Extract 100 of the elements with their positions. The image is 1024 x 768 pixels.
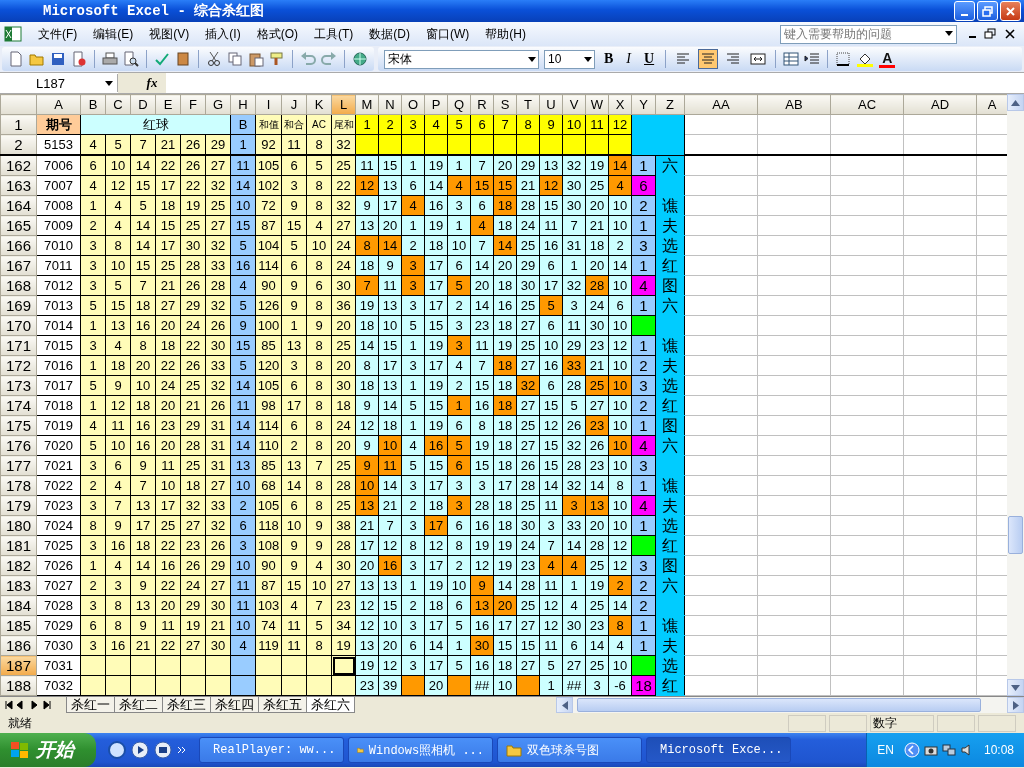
row-number[interactable]: 174 — [0, 395, 37, 416]
row-number[interactable]: 168 — [0, 275, 37, 296]
font-color-button[interactable]: A — [879, 50, 896, 68]
column-header[interactable]: T — [516, 94, 540, 115]
row-number[interactable]: 164 — [0, 195, 37, 216]
borders-icon[interactable] — [835, 51, 852, 67]
check-icon[interactable] — [154, 51, 170, 67]
font-dropdown[interactable]: 宋体 — [384, 49, 539, 69]
minimize-button[interactable] — [954, 1, 975, 21]
row-number[interactable]: 181 — [0, 535, 37, 556]
row-number[interactable]: 167 — [0, 255, 37, 276]
column-header[interactable]: L — [331, 94, 356, 115]
column-header[interactable]: I — [255, 94, 282, 115]
row-number[interactable]: 177 — [0, 455, 37, 476]
menu-item[interactable]: 数据(D) — [361, 23, 418, 45]
style-button[interactable]: I — [622, 51, 635, 67]
camera-icon[interactable] — [923, 743, 938, 757]
menu-item[interactable]: 编辑(E) — [85, 23, 142, 45]
row-number[interactable]: 170 — [0, 315, 37, 336]
row-number[interactable]: 180 — [0, 515, 37, 536]
column-header[interactable]: V — [562, 94, 586, 115]
row-number[interactable]: 166 — [0, 235, 37, 256]
row-number[interactable]: 176 — [0, 435, 37, 456]
print-preview-icon[interactable] — [123, 51, 139, 67]
taskbar-button[interactable]: RealPlayer: ww... — [199, 737, 344, 763]
close-icon[interactable] — [1004, 28, 1016, 40]
horizontal-scrollbar[interactable] — [556, 697, 1024, 713]
folder-icon[interactable] — [29, 51, 45, 67]
copy-icon[interactable] — [227, 51, 243, 67]
sheet-tab[interactable]: 杀红四 — [210, 697, 259, 713]
row-number[interactable]: 173 — [0, 375, 37, 396]
row-number[interactable]: 185 — [0, 615, 37, 636]
book-icon[interactable] — [175, 51, 191, 67]
column-header[interactable]: A — [976, 94, 1007, 115]
restore-icon[interactable] — [984, 28, 996, 40]
column-header[interactable]: AC — [830, 94, 904, 115]
table-icon[interactable] — [783, 51, 800, 67]
chevron-icon[interactable] — [177, 745, 187, 755]
restore-button[interactable] — [977, 1, 998, 21]
start-button[interactable]: 开始 — [0, 733, 96, 767]
row-number[interactable]: 188 — [0, 675, 37, 696]
menu-item[interactable]: 视图(V) — [141, 23, 198, 45]
row-number[interactable]: 182 — [0, 555, 37, 576]
row-number[interactable]: 163 — [0, 175, 37, 196]
column-header[interactable]: A — [36, 94, 81, 115]
column-header[interactable]: M — [355, 94, 379, 115]
up-arrow-icon[interactable] — [1011, 99, 1020, 106]
function-label[interactable]: fx — [118, 73, 166, 93]
column-header[interactable]: O — [401, 94, 425, 115]
column-header[interactable]: U — [539, 94, 563, 115]
close-button[interactable] — [1000, 1, 1021, 21]
taskbar-button[interactable]: Windows照相机 ... — [348, 737, 493, 763]
row-number[interactable]: 171 — [0, 335, 37, 356]
brush-icon[interactable] — [269, 51, 285, 67]
row-number[interactable]: 162 — [0, 155, 37, 176]
sheet-tab[interactable]: 杀红二 — [114, 697, 163, 713]
column-header[interactable]: X — [608, 94, 632, 115]
row-number[interactable]: 187 — [0, 655, 37, 676]
new-file-icon[interactable] — [8, 51, 24, 67]
row-number[interactable]: 1 — [0, 114, 37, 135]
globe-icon[interactable] — [108, 741, 126, 759]
sheet-tab[interactable]: 杀红五 — [258, 697, 307, 713]
menu-item[interactable]: 工具(T) — [306, 23, 362, 45]
save-icon[interactable] — [50, 51, 66, 67]
scrollbar-thumb[interactable] — [577, 698, 981, 712]
menu-item[interactable]: 窗口(W) — [418, 23, 478, 45]
menu-item[interactable]: 插入(I) — [197, 23, 249, 45]
vertical-scrollbar[interactable] — [1007, 94, 1024, 696]
column-header[interactable]: H — [230, 94, 256, 115]
right-arrow-icon[interactable] — [1012, 700, 1019, 710]
taskbar-button[interactable]: 双色球杀号图 — [497, 737, 642, 763]
sheet-tab[interactable]: 杀红六 — [306, 697, 355, 713]
menu-item[interactable]: 文件(F) — [30, 23, 86, 45]
column-header[interactable]: Z — [655, 94, 685, 115]
column-header[interactable]: P — [424, 94, 448, 115]
column-header[interactable]: J — [281, 94, 307, 115]
align-center-button[interactable] — [698, 49, 719, 69]
column-header[interactable]: W — [585, 94, 609, 115]
column-header[interactable]: Y — [631, 94, 656, 115]
print-icon[interactable] — [102, 51, 118, 67]
column-header[interactable]: D — [130, 94, 156, 115]
column-header[interactable]: B — [80, 94, 106, 115]
row-number[interactable]: 175 — [0, 415, 37, 436]
row-number[interactable]: 2 — [0, 134, 37, 155]
scrollbar-thumb[interactable] — [1008, 516, 1023, 554]
left-arrow-icon[interactable] — [561, 700, 568, 710]
column-header[interactable]: S — [493, 94, 517, 115]
row-number[interactable]: 183 — [0, 575, 37, 596]
column-header[interactable]: F — [180, 94, 206, 115]
row-number[interactable]: 186 — [0, 635, 37, 656]
media-icon[interactable] — [154, 741, 172, 759]
column-header[interactable]: E — [155, 94, 181, 115]
style-button[interactable]: B — [600, 51, 618, 67]
document-icon[interactable] — [71, 51, 87, 67]
play-icon[interactable] — [131, 741, 149, 759]
help-search-field[interactable]: 键入需要帮助的问题 — [780, 24, 957, 44]
row-number[interactable]: 178 — [0, 475, 37, 496]
globe-icon[interactable] — [352, 51, 368, 67]
menu-item[interactable]: 帮助(H) — [477, 23, 534, 45]
column-header[interactable]: AB — [757, 94, 831, 115]
